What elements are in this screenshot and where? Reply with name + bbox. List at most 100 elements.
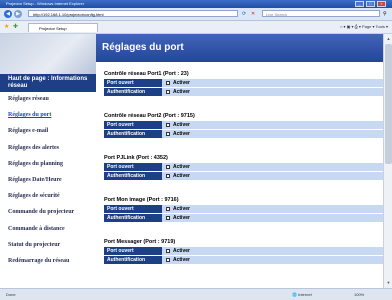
zoom-control[interactable]: 100% — [354, 289, 364, 300]
security-zone: 🌐 Internet — [292, 289, 312, 300]
port-open-checkbox[interactable]: Activer — [162, 79, 383, 87]
section-title: Contrôle réseau Port2 (Port : 9715) — [104, 113, 195, 119]
checkbox-label: Activer — [173, 206, 190, 212]
auth-checkbox[interactable]: Activer — [162, 88, 383, 96]
search-input[interactable]: Live Search — [262, 10, 380, 17]
port-open-row: Port ouvert Activer — [104, 247, 383, 255]
page-content: Haut de page : Informations réseau Régla… — [0, 34, 392, 288]
address-input[interactable]: http://192.168.1.10/projector/config.htm… — [28, 10, 238, 17]
tab-bar: ★ ✚ Projector Setup ⌂ ▾ ▣ ▾ ⎙ ▾ Page ▾ T… — [0, 21, 392, 34]
main-panel: Réglages du port Contrôle réseau Port1 (… — [96, 34, 383, 288]
auth-row: Authentification Activer — [104, 256, 383, 264]
sidebar-item-statut[interactable]: Statut du projecteur — [8, 242, 74, 258]
auth-row: Authentification Activer — [104, 130, 383, 138]
checkbox-label: Activer — [173, 122, 190, 128]
row-label: Authentification — [104, 88, 162, 96]
header-logo-image — [0, 34, 96, 74]
scrollbar-thumb[interactable] — [385, 44, 392, 164]
checkbox-label: Activer — [173, 257, 190, 263]
checkbox-icon[interactable] — [166, 90, 170, 94]
sidebar-item-email[interactable]: Réglages e-mail — [8, 128, 74, 144]
checkbox-icon[interactable] — [166, 207, 170, 211]
checkbox-label: Activer — [173, 215, 190, 221]
address-toolbar: ◀ ▶ http://192.168.1.10/projector/config… — [0, 8, 392, 21]
auth-row: Authentification Activer — [104, 214, 383, 222]
row-label: Authentification — [104, 130, 162, 138]
checkbox-icon[interactable] — [166, 216, 170, 220]
checkbox-icon[interactable] — [166, 165, 170, 169]
section-title: Contrôle réseau Port1 (Port : 23) — [104, 71, 189, 77]
auth-checkbox[interactable]: Activer — [162, 256, 383, 264]
checkbox-label: Activer — [173, 131, 190, 137]
checkbox-label: Activer — [173, 248, 190, 254]
section-pjlink: Port PJLink (Port : 4352) Port ouvert Ac… — [104, 154, 383, 180]
stop-icon[interactable]: ✕ — [251, 10, 255, 18]
checkbox-icon[interactable] — [166, 132, 170, 136]
status-text: Done — [6, 292, 16, 297]
scroll-down-icon[interactable]: ▼ — [385, 279, 392, 286]
row-label: Authentification — [104, 256, 162, 264]
checkbox-icon[interactable] — [166, 258, 170, 262]
row-label: Authentification — [104, 172, 162, 180]
sidebar-item-securite[interactable]: Réglages de sécurité — [8, 193, 74, 209]
minimize-button[interactable]: _ — [355, 1, 364, 7]
maximize-button[interactable]: □ — [366, 1, 375, 7]
port-open-row: Port ouvert Activer — [104, 205, 383, 213]
port-open-row: Port ouvert Activer — [104, 121, 383, 129]
search-icon[interactable]: ⚲ — [383, 10, 387, 18]
status-bar: Done 🌐 Internet 100% — [0, 288, 392, 300]
auth-row: Authentification Activer — [104, 88, 383, 96]
sidebar-item-planning[interactable]: Réglages du planning — [8, 161, 74, 177]
refresh-icon[interactable]: ⟳ — [242, 10, 246, 18]
auth-checkbox[interactable]: Activer — [162, 172, 383, 180]
section-messenger: Port Messager (Port : 9719) Port ouvert … — [104, 238, 383, 264]
sidebar-item-commande-projecteur[interactable]: Commande du projecteur — [8, 209, 74, 225]
forward-button[interactable]: ▶ — [14, 10, 22, 18]
port-open-checkbox[interactable]: Activer — [162, 247, 383, 255]
row-label: Port ouvert — [104, 163, 162, 171]
section-my-image: Port Mon image (Port : 9716) Port ouvert… — [104, 196, 383, 222]
section-port1: Contrôle réseau Port1 (Port : 23) Port o… — [104, 70, 383, 96]
section-title: Port Messager (Port : 9719) — [104, 239, 176, 245]
add-favorite-icon[interactable]: ✚ — [13, 23, 18, 31]
port-open-checkbox[interactable]: Activer — [162, 205, 383, 213]
zone-label: Internet — [298, 292, 312, 297]
checkbox-icon[interactable] — [166, 123, 170, 127]
auth-checkbox[interactable]: Activer — [162, 130, 383, 138]
tab-label: Projector Setup — [39, 26, 67, 31]
window-title: Projector Setup - Windows Internet Explo… — [6, 1, 85, 6]
checkbox-icon[interactable] — [166, 81, 170, 85]
row-label: Port ouvert — [104, 247, 162, 255]
close-button[interactable]: × — [377, 1, 386, 7]
scroll-up-icon[interactable]: ▲ — [385, 35, 392, 42]
row-label: Authentification — [104, 214, 162, 222]
sidebar-item-alertes[interactable]: Réglages des alertes — [8, 145, 74, 161]
command-bar[interactable]: ⌂ ▾ ▣ ▾ ⎙ ▾ Page ▾ Tools ▾ — [340, 23, 388, 31]
globe-icon: 🌐 — [292, 292, 297, 297]
sidebar-item-port[interactable]: Réglages du port — [8, 112, 74, 128]
checkbox-label: Activer — [173, 164, 190, 170]
window-titlebar: Projector Setup - Windows Internet Explo… — [0, 0, 392, 8]
checkbox-label: Activer — [173, 173, 190, 179]
sidebar-item-redemarrage[interactable]: Redémarrage du réseau — [8, 258, 74, 274]
row-label: Port ouvert — [104, 205, 162, 213]
checkbox-icon[interactable] — [166, 249, 170, 253]
page-title: Réglages du port — [96, 34, 383, 62]
row-label: Port ouvert — [104, 121, 162, 129]
auth-checkbox[interactable]: Activer — [162, 214, 383, 222]
sidebar-item-commande-distance[interactable]: Commande à distance — [8, 226, 74, 242]
checkbox-icon[interactable] — [166, 174, 170, 178]
sidebar-item-reseau[interactable]: Réglages réseau — [8, 96, 74, 112]
sidebar-item-date-heure[interactable]: Réglages Date/Heure — [8, 177, 74, 193]
sidebar-home-link[interactable]: Haut de page : Informations réseau — [0, 74, 96, 92]
port-open-checkbox[interactable]: Activer — [162, 121, 383, 129]
vertical-scrollbar[interactable]: ▲ ▼ — [383, 34, 392, 288]
port-open-row: Port ouvert Activer — [104, 79, 383, 87]
favorites-star-icon[interactable]: ★ — [4, 23, 9, 31]
section-title: Port PJLink (Port : 4352) — [104, 155, 168, 161]
port-open-checkbox[interactable]: Activer — [162, 163, 383, 171]
sidebar: Haut de page : Informations réseau Régla… — [0, 34, 96, 288]
tab-projector-setup[interactable]: Projector Setup — [28, 23, 98, 32]
back-button[interactable]: ◀ — [4, 10, 12, 18]
sidebar-nav: Réglages réseau Réglages du port Réglage… — [8, 96, 74, 274]
